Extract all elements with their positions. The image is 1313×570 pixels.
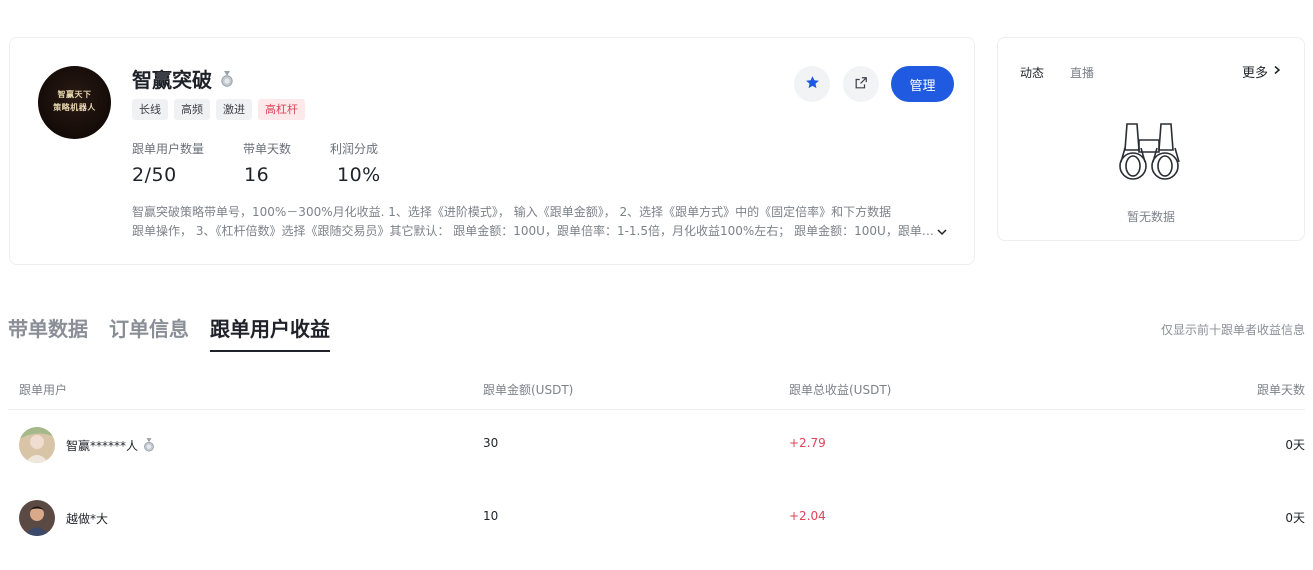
avatar — [19, 500, 55, 536]
stat-label: 带单天数 — [243, 142, 292, 156]
trader-profile-card: 智赢天下 策略机器人 智赢突破 长线 高频 激进 高杠杆 跟单用户数量 2/50… — [9, 37, 975, 265]
follow-amount: 10 — [483, 509, 499, 523]
more-link[interactable]: 更多 — [1242, 62, 1282, 81]
silver-medal-icon — [143, 438, 155, 452]
avatar-text-line-2: 策略机器人 — [53, 103, 96, 112]
header-profit: 跟单总收益(USDT) — [789, 383, 892, 397]
tab-order-info[interactable]: 订单信息 — [109, 313, 189, 352]
header-days: 跟单天数 — [1256, 383, 1305, 397]
tag-high-leverage: 高杠杆 — [258, 99, 305, 120]
follow-profit: +2.04 — [789, 509, 826, 523]
follow-days: 0天 — [1285, 511, 1305, 525]
tab-activity[interactable]: 动态 — [1020, 64, 1044, 81]
empty-state-text: 暂无数据 — [1126, 210, 1175, 224]
stat-followers: 跟单用户数量 2/50 — [132, 140, 204, 186]
external-link-icon — [854, 75, 868, 94]
avatar — [19, 427, 55, 463]
table-header: 跟单用户 跟单金额(USDT) 跟单总收益(USDT) 跟单天数 — [8, 370, 1305, 410]
stat-label: 跟单用户数量 — [132, 142, 205, 156]
tab-follower-earnings[interactable]: 跟单用户收益 — [210, 313, 330, 352]
share-button[interactable] — [843, 66, 879, 102]
stat-value: 16 — [244, 164, 270, 186]
table-row: 智赢******人 30 +2.79 0天 — [8, 410, 1305, 483]
follower-name: 智赢******人 — [66, 438, 139, 453]
chevron-right-icon — [1272, 64, 1282, 79]
favorite-button[interactable] — [794, 66, 830, 102]
description-line-2: 跟单操作， 3、《杠杆倍数》选择《跟随交易员》其它默认： 跟单金额：100U，跟… — [132, 224, 937, 238]
avatar-text-line-1: 智赢天下 — [57, 90, 92, 99]
trader-tags: 长线 高频 激进 高杠杆 — [132, 99, 305, 120]
follower-earnings-table: 跟单用户 跟单金额(USDT) 跟单总收益(USDT) 跟单天数 智赢*****… — [8, 370, 1305, 556]
follower-user: 越做*大 — [19, 500, 108, 536]
section-tabs: 带单数据 订单信息 跟单用户收益 — [8, 313, 351, 352]
tab-live[interactable]: 直播 — [1070, 64, 1094, 81]
header-user: 跟单用户 — [19, 383, 68, 397]
stat-profit-share: 利润分成 10% — [330, 140, 381, 186]
tab-trading-data[interactable]: 带单数据 — [8, 313, 88, 352]
follow-days: 0天 — [1285, 438, 1305, 452]
silver-medal-icon — [220, 70, 234, 87]
tag-long-term: 长线 — [132, 99, 168, 120]
header-amount: 跟单金额(USDT) — [483, 383, 574, 397]
more-label: 更多 — [1241, 66, 1268, 81]
tag-aggressive: 激进 — [216, 99, 252, 120]
binoculars-icon — [1117, 118, 1183, 182]
follower-user: 智赢******人 — [19, 427, 155, 463]
trader-description: 智赢突破策略带单号，100%－300%月化收益. 1、选择《进阶模式》， 输入《… — [132, 203, 952, 241]
follower-name: 越做*大 — [66, 511, 109, 526]
stat-value: 2/50 — [132, 164, 177, 186]
stat-label: 利润分成 — [330, 142, 379, 156]
follow-profit: +2.79 — [789, 436, 826, 450]
trader-avatar: 智赢天下 策略机器人 — [38, 66, 111, 139]
tag-high-frequency: 高频 — [174, 99, 210, 120]
stat-days: 带单天数 16 — [243, 140, 291, 186]
description-line-1: 智赢突破策略带单号，100%－300%月化收益. 1、选择《进阶模式》， 输入《… — [132, 205, 892, 219]
follow-amount: 30 — [483, 436, 499, 450]
trader-name: 智赢突破 — [132, 68, 212, 92]
section-note: 仅显示前十跟单者收益信息 — [1160, 323, 1305, 337]
star-icon — [805, 75, 820, 94]
table-row: 越做*大 10 +2.04 0天 — [8, 483, 1305, 556]
trader-name-row: 智赢突破 — [132, 64, 234, 93]
chevron-down-icon[interactable] — [935, 224, 949, 238]
manage-button[interactable]: 管理 — [891, 66, 954, 102]
activity-panel: 动态 直播 更多 暂无数据 — [997, 37, 1305, 241]
stat-value: 10% — [337, 164, 381, 186]
